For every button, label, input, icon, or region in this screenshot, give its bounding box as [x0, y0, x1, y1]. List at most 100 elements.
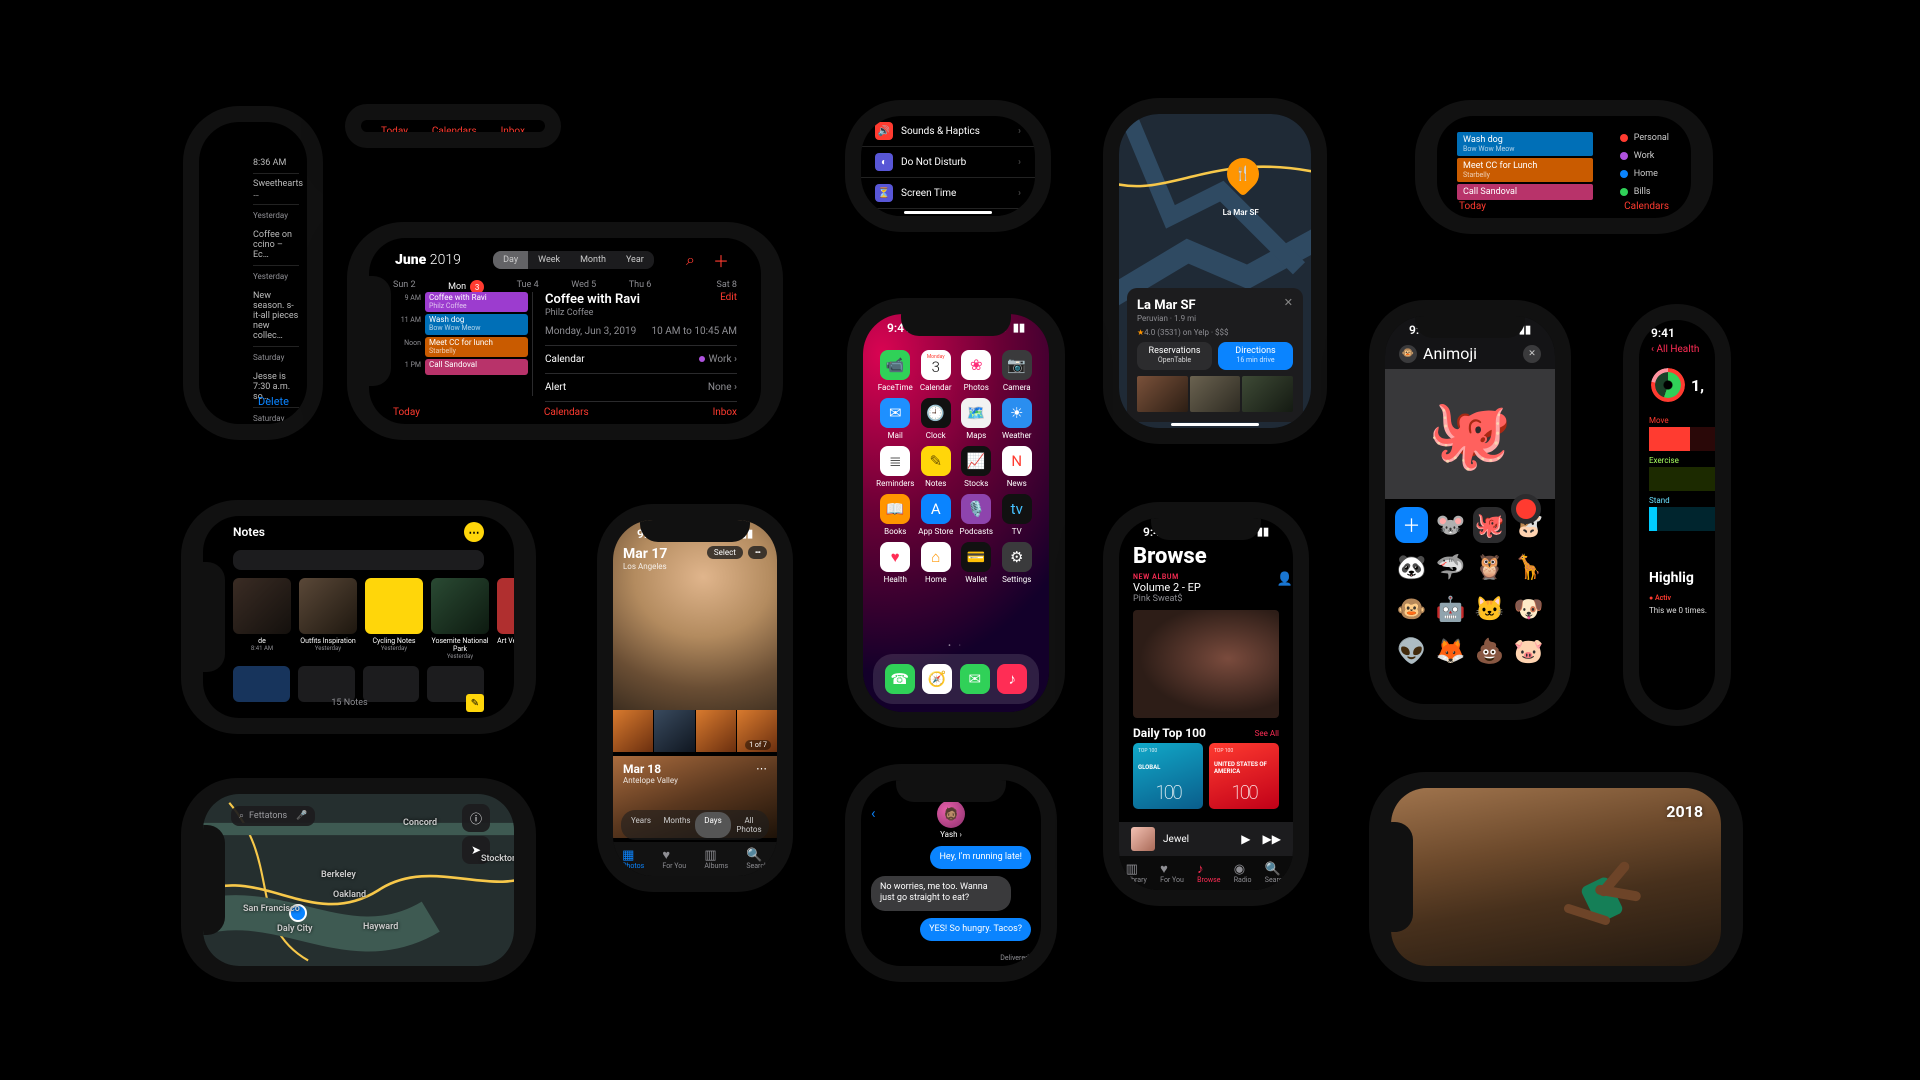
- segment-year[interactable]: Year: [616, 251, 654, 269]
- add-animoji-button[interactable]: ＋: [1395, 507, 1428, 543]
- detail-row[interactable]: AlertNone ›: [545, 374, 737, 402]
- search-icon[interactable]: ⌕: [686, 250, 695, 270]
- playlist-card[interactable]: TOP 100UNITED STATES OF AMERICA100: [1209, 743, 1279, 809]
- back-link[interactable]: ‹ All Health: [1651, 344, 1699, 355]
- calendar-event[interactable]: Call Sandoval: [1457, 184, 1593, 200]
- message-bubble[interactable]: YES! So hungry. Tacos?: [920, 918, 1031, 941]
- detail-row[interactable]: CalendarWork ›: [545, 346, 737, 374]
- reservations-button[interactable]: ReservationsOpenTable: [1137, 342, 1212, 370]
- animoji-preview[interactable]: 🐙: [1385, 369, 1555, 499]
- app-tv[interactable]: tvTV: [997, 494, 1038, 540]
- more-icon[interactable]: ⋯: [756, 762, 767, 775]
- tab-photos[interactable]: ▦Photos: [622, 849, 644, 870]
- tab-radio[interactable]: ◉Radio: [1234, 863, 1252, 884]
- settings-row[interactable]: ◐Do Not Disturb›: [861, 147, 1035, 178]
- animoji-option[interactable]: 🐵: [1395, 591, 1428, 627]
- calendar-event[interactable]: Call Sandoval: [425, 359, 528, 375]
- inbox-link[interactable]: Inbox: [713, 407, 737, 418]
- place-photos[interactable]: [1137, 376, 1293, 412]
- calendars-link[interactable]: Calendars: [432, 126, 477, 132]
- animoji-option[interactable]: 🐷: [1512, 633, 1545, 669]
- app-weather[interactable]: ☀︎Weather: [997, 398, 1038, 444]
- calendars-link[interactable]: Calendars: [544, 407, 589, 418]
- app-camera[interactable]: 📷Camera: [997, 350, 1038, 396]
- app-reminders[interactable]: ≣Reminders: [875, 446, 916, 492]
- animoji-option[interactable]: 💩: [1473, 633, 1506, 669]
- map-label[interactable]: Hayward: [363, 922, 398, 932]
- animoji-option[interactable]: 🐙: [1473, 507, 1506, 543]
- note-card[interactable]: Art Venues to VisitSaturday: [497, 578, 514, 660]
- app-calendar[interactable]: Monday3Calendar: [916, 350, 957, 396]
- map-label[interactable]: San Francisco: [243, 904, 300, 914]
- animoji-option[interactable]: 👽: [1395, 633, 1428, 669]
- calendar-event[interactable]: Meet CC for LunchStarbelly: [1457, 158, 1593, 182]
- app-home[interactable]: ⌂Home: [916, 542, 957, 588]
- close-icon[interactable]: ✕: [1284, 296, 1293, 309]
- tab-for-you[interactable]: ♥︎For You: [662, 849, 686, 870]
- directions-button[interactable]: Directions16 min drive: [1218, 342, 1293, 370]
- map-label[interactable]: Stockton: [481, 854, 514, 864]
- profile-icon[interactable]: 👤: [1277, 572, 1293, 587]
- today-link[interactable]: Today: [381, 126, 408, 132]
- list-item[interactable]: New season. s-it-all pieces new collec…: [253, 286, 299, 347]
- map-label[interactable]: Oakland: [333, 890, 366, 900]
- see-all-link[interactable]: See All: [1255, 729, 1279, 738]
- app-phone[interactable]: ☎︎: [885, 664, 915, 694]
- app-maps[interactable]: 🗺️Maps: [956, 398, 997, 444]
- animoji-option[interactable]: 🐭: [1434, 507, 1467, 543]
- message-bubble[interactable]: Hey, I'm running late!: [930, 846, 1031, 869]
- note-card[interactable]: Yosemite National ParkYesterday: [431, 578, 489, 660]
- delete-button[interactable]: Delete: [258, 395, 289, 408]
- app-clock[interactable]: 🕘Clock: [916, 398, 957, 444]
- photos-range-segment[interactable]: YearsMonthsDaysAll Photos: [621, 810, 769, 840]
- settings-row[interactable]: ⏳Screen Time›: [861, 178, 1035, 209]
- album-hero[interactable]: [1133, 610, 1279, 718]
- contact-avatar[interactable]: 🧔🏽: [937, 800, 965, 828]
- animoji-option[interactable]: 🐱: [1473, 591, 1506, 627]
- animoji-option[interactable]: 🐶: [1512, 591, 1545, 627]
- note-card[interactable]: Cycling NotesYesterday: [365, 578, 423, 660]
- segment-day[interactable]: Day: [493, 251, 528, 269]
- legend-item[interactable]: Bills: [1620, 187, 1669, 197]
- record-button[interactable]: [1511, 494, 1541, 524]
- app-notes[interactable]: ✎Notes: [916, 446, 957, 492]
- next-icon[interactable]: ▶▶: [1263, 832, 1281, 846]
- tab-for-you[interactable]: ♥︎For You: [1160, 863, 1184, 884]
- today-link[interactable]: Today: [1459, 201, 1486, 212]
- app-books[interactable]: 📖Books: [875, 494, 916, 540]
- app-music[interactable]: ♪: [997, 664, 1027, 694]
- app-health[interactable]: ♥︎Health: [875, 542, 916, 588]
- playlist-card[interactable]: TOP 100GLOBAL100: [1133, 743, 1203, 809]
- now-playing-bar[interactable]: Jewel ▶▶▶: [1119, 822, 1293, 856]
- segment-days[interactable]: Days: [695, 812, 731, 838]
- calendars-link[interactable]: Calendars: [1624, 201, 1669, 212]
- calendar-view-segment[interactable]: DayWeekMonthYear: [493, 251, 654, 269]
- legend-item[interactable]: Home: [1620, 169, 1669, 179]
- app-photos[interactable]: ❀Photos: [956, 350, 997, 396]
- calendar-event[interactable]: Coffee with RaviPhilz Coffee: [425, 292, 528, 312]
- segment-months[interactable]: Months: [659, 812, 695, 838]
- inbox-link[interactable]: Inbox: [501, 126, 525, 132]
- calendar-event[interactable]: Wash dogBow Wow Meow: [1457, 132, 1593, 156]
- animoji-option[interactable]: 🐼: [1395, 549, 1428, 585]
- app-facetime[interactable]: 📹FaceTime: [875, 350, 916, 396]
- select-button[interactable]: Select: [707, 546, 743, 559]
- settings-row[interactable]: 🔊Sounds & Haptics›: [861, 116, 1035, 147]
- tab-albums[interactable]: ▥Albums: [704, 849, 728, 870]
- segment-all-photos[interactable]: All Photos: [731, 812, 767, 838]
- photo-strip[interactable]: 1 of 7: [613, 710, 777, 752]
- album-title[interactable]: Volume 2 - EP: [1133, 581, 1279, 594]
- segment-week[interactable]: Week: [528, 251, 570, 269]
- app-podcasts[interactable]: 🎙️Podcasts: [956, 494, 997, 540]
- list-item[interactable]: Sweethearts …: [253, 174, 299, 205]
- app-mail[interactable]: ✉︎Mail: [875, 398, 916, 444]
- segment-years[interactable]: Years: [623, 812, 659, 838]
- animoji-option[interactable]: 🤖: [1434, 591, 1467, 627]
- segment-month[interactable]: Month: [570, 251, 616, 269]
- map-label[interactable]: Berkeley: [321, 870, 356, 880]
- legend-item[interactable]: Work: [1620, 151, 1669, 161]
- mic-icon[interactable]: 🎤: [296, 811, 307, 821]
- app-safari[interactable]: 🧭: [922, 664, 952, 694]
- map-search-input[interactable]: ⌕Fettatons🎤: [231, 806, 315, 826]
- list-item[interactable]: 8:36 AM: [253, 153, 299, 174]
